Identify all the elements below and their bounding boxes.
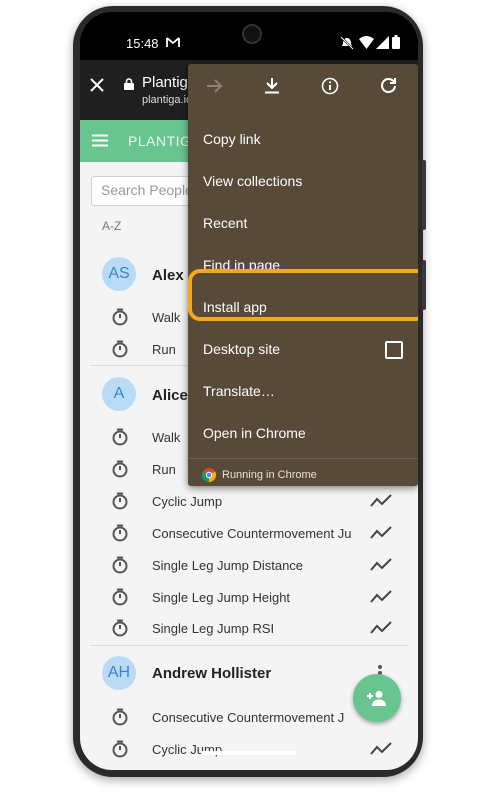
gmail-icon — [166, 37, 180, 47]
trend-chart-icon[interactable] — [370, 742, 392, 756]
menu-item-recent[interactable]: Recent — [188, 202, 418, 244]
activity-label: Run — [152, 342, 176, 357]
site-url: plantiga.io — [142, 94, 193, 106]
status-bar: 15:48 — [80, 12, 418, 60]
trend-chart-icon[interactable] — [370, 494, 392, 508]
menu-toolbar — [188, 64, 418, 108]
home-indicator[interactable] — [201, 751, 297, 755]
trend-chart-icon[interactable] — [370, 558, 392, 572]
install-app-highlight — [188, 269, 418, 321]
trend-chart-icon[interactable] — [370, 621, 392, 635]
person-name[interactable]: Andrew Hollister — [152, 665, 271, 682]
list-item[interactable]: Consecutive Countermovement Ju — [80, 518, 418, 548]
activity-label: Consecutive Countermovement J — [152, 710, 345, 725]
stopwatch-icon — [112, 524, 128, 542]
list-item[interactable]: Single Leg Jump Height — [80, 582, 418, 612]
stopwatch-icon — [112, 340, 128, 358]
list-item[interactable]: Cyclic Jump — [80, 486, 418, 516]
trend-chart-icon[interactable] — [370, 526, 392, 540]
info-icon[interactable] — [321, 77, 339, 95]
list-section-header: A-Z — [102, 219, 122, 233]
download-icon[interactable] — [265, 78, 279, 94]
menu-item-view-collections[interactable]: View collections — [188, 160, 418, 202]
menu-item-desktop-site[interactable]: Desktop site — [188, 328, 418, 370]
desktop-site-checkbox[interactable] — [385, 341, 403, 359]
activity-label: Single Leg Jump RSI — [152, 621, 275, 636]
mute-icon — [340, 36, 354, 50]
stopwatch-icon — [112, 556, 128, 574]
power-button — [422, 260, 426, 310]
list-item[interactable]: Cyclic Jump — [80, 734, 418, 764]
menu-divider — [188, 458, 418, 459]
signal-icon — [376, 36, 389, 49]
forward-icon[interactable] — [207, 79, 223, 93]
person-add-icon — [367, 691, 386, 706]
menu-item-translate[interactable]: Translate… — [188, 370, 418, 412]
activity-label: Walk — [152, 310, 181, 325]
divider — [90, 645, 408, 646]
add-person-button[interactable] — [353, 674, 401, 722]
chrome-logo-icon — [202, 468, 216, 482]
battery-icon — [392, 35, 400, 49]
activity-label: Cyclic Jump — [152, 494, 223, 509]
volume-button — [422, 160, 426, 230]
avatar: A — [102, 377, 136, 411]
wifi-icon — [359, 36, 374, 49]
stopwatch-icon — [112, 460, 128, 478]
refresh-icon[interactable] — [380, 77, 397, 94]
stopwatch-icon — [112, 588, 128, 606]
stopwatch-icon — [112, 492, 128, 510]
stopwatch-icon — [112, 708, 128, 726]
front-camera — [242, 24, 262, 44]
activity-label: Walk — [152, 430, 181, 445]
avatar: AH — [102, 656, 136, 690]
person-name[interactable]: Alice — [152, 387, 188, 404]
list-item[interactable]: Single Leg Jump Distance — [80, 550, 418, 580]
status-time: 15:48 — [126, 36, 159, 51]
phone-screen: 15:48 Plantiga plantiga.io PLANTIGA Sear… — [80, 12, 418, 770]
avatar: AS — [102, 257, 136, 291]
activity-label: Consecutive Countermovement Ju — [152, 526, 352, 541]
hamburger-menu-icon[interactable] — [92, 134, 108, 147]
menu-footer: Running in Chrome — [222, 469, 317, 481]
trend-chart-icon[interactable] — [370, 590, 392, 604]
menu-item-copy-link[interactable]: Copy link — [188, 118, 418, 160]
stopwatch-icon — [112, 619, 128, 637]
activity-label: Single Leg Jump Height — [152, 590, 291, 605]
list-item[interactable]: Single Leg Jump RSI — [80, 613, 418, 643]
stopwatch-icon — [112, 428, 128, 446]
close-icon[interactable] — [90, 78, 104, 92]
menu-item-open-in-chrome[interactable]: Open in Chrome — [188, 412, 418, 454]
stopwatch-icon — [112, 740, 128, 758]
stopwatch-icon — [112, 308, 128, 326]
activity-label: Run — [152, 462, 176, 477]
activity-label: Single Leg Jump Distance — [152, 558, 304, 573]
lock-icon — [124, 78, 134, 90]
